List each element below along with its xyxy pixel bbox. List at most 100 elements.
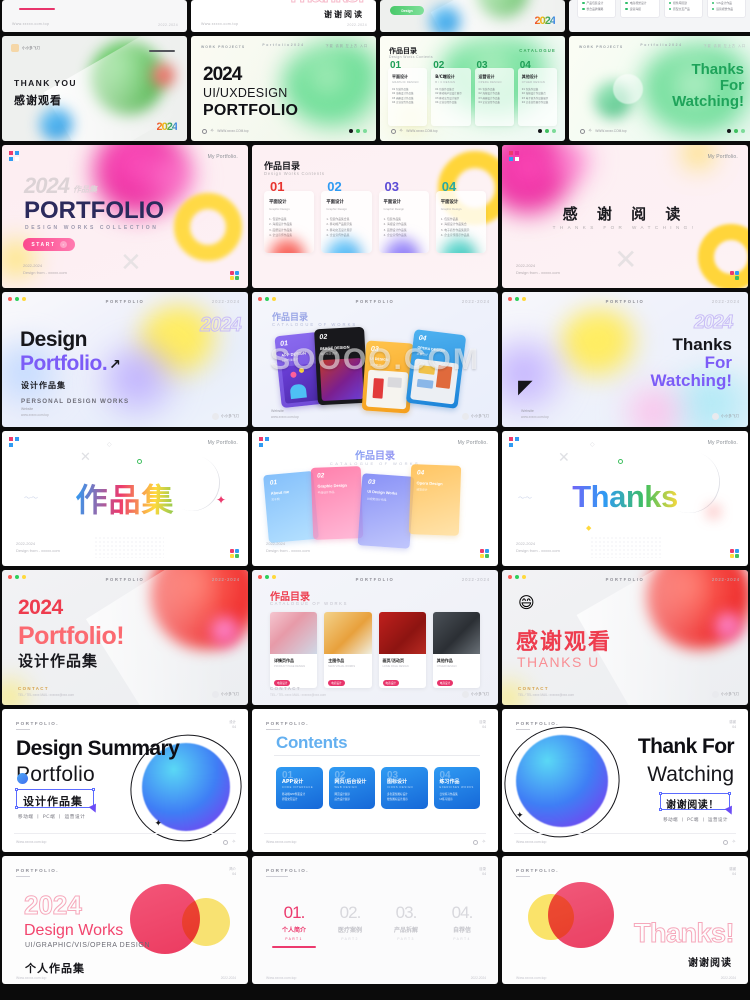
card-body: 平面设计 Graphic Design 1. 包装作品集合集 2. 移动端产品展…: [321, 191, 372, 253]
card-title-en: UI Design Works: [367, 489, 398, 496]
slide-thumb-r4c3[interactable]: PORTFOLIO 2022-2024 2024 Thanks For Watc…: [502, 292, 748, 427]
slide-thumb-r1c3[interactable]: Design 2024: [380, 0, 565, 32]
line2: For: [719, 77, 744, 95]
top-right-label: 2022-2024: [711, 299, 740, 304]
feature-card[interactable]: 其他设计 UI作品 VIS设计作品 运营视觉作品: [706, 0, 746, 18]
slide-thumb-r6c2[interactable]: PORTFOLIO 2022-2024 作品目录 CATALOGUE OF WO…: [252, 570, 498, 705]
slide-thumb-r8c1[interactable]: PORTFOLIO. 简介 04 2024 Design Works UI/GR…: [2, 856, 248, 984]
slide-thumb-r7c1[interactable]: PORTFOLIO. 设计 04 ✦ Design Summary Portfo…: [2, 709, 248, 852]
selection-box[interactable]: 谢谢阅读！: [659, 792, 731, 811]
card-items: 日常练习作品集 UI练习展示: [440, 793, 458, 803]
card-body: 平面设计 Graphic Design 1. 包装作品集 2. 海报设计作品集合…: [435, 191, 486, 253]
my-portfolio-label: My Portfolio.: [707, 154, 738, 160]
content-card[interactable]: 03 图标设计 ICONS DESIGN 多色面性图标设计 线性图标设计展示: [381, 767, 428, 809]
feature-card[interactable]: 交互设计 Banner设计中台 组件库搭建 原型交互产品: [663, 0, 703, 18]
slide-thumb-r6c3[interactable]: PORTFOLIO 2022-2024 😄 感谢观看 THANKS U CONT…: [502, 570, 748, 705]
content-card[interactable]: 04 练习作品 EXERCISES WORKS 日常练习作品集 UI练习展示: [433, 767, 480, 809]
slide-thumb-r8c3[interactable]: PORTFOLIO. 感谢 04 Thanks! 谢谢阅读 Www.xxxxx.…: [502, 856, 748, 984]
catalogue-card-2[interactable]: 02 Graphic Design 平面设计作品: [310, 466, 364, 540]
tab-part3[interactable]: PART3: [109, 0, 127, 1]
globe-icon: [722, 839, 728, 845]
slide-thumb-r2c3[interactable]: 作品目录 Design Works Contents CATALOGUE 01 …: [380, 36, 565, 141]
website-label: Website: [21, 407, 34, 411]
work-card-2[interactable]: 02 IMAGE DESIGN 网页视觉设计: [314, 326, 368, 406]
slide-thumb-r5c1[interactable]: My Portfolio. ✕ ◇ 〜〜 ✦ 作品集 2022-2024 Des…: [2, 431, 248, 566]
slide-thumb-r3c2[interactable]: 作品目录 Design Works Contents 01 平面设计 Graph…: [252, 145, 498, 288]
dot-active: [538, 129, 542, 133]
title-en: THANKS FOR WATCHING!: [552, 225, 698, 230]
card-title-cn: APP设计: [282, 779, 304, 785]
card-title-cn: 平面设计: [326, 200, 344, 205]
content-card[interactable]: 01 APP设计 CODE INTERFACE 移动端APP界面设计 界面交互设…: [276, 767, 323, 809]
toc-item-3[interactable]: 03. 产品拆解 PART3: [378, 904, 434, 941]
slide-thumb-r1c4[interactable]: 品牌设计 视觉形象设计 产品包装设计 整合品牌策略 界面设计 移动端UI 电商视…: [569, 0, 750, 32]
my-portfolio-label: My Portfolio.: [207, 154, 238, 160]
work-card[interactable]: 主图作品 MAIN VISUAL WORKS 电商设计 视觉设计: [324, 612, 372, 688]
slide-thumb-r2c2[interactable]: WORK PROJECTS Portfolio2024 下载 请到 左上方 入口…: [191, 36, 376, 141]
selection-box[interactable]: 设计作品集: [15, 788, 95, 809]
tab-part4[interactable]: PART4: [154, 0, 172, 1]
tag: 电商设计: [436, 680, 454, 686]
slide-thumb-r1c2[interactable]: Thanks! 谢谢阅读 Www.xxxxx.com.top 2022-2024: [191, 0, 376, 32]
slide-thumb-r6c1[interactable]: PORTFOLIO 2022-2024 2024 Portfolio! 设计作品…: [2, 570, 248, 705]
slide-thumb-r4c2[interactable]: PORTFOLIO 2022-2024 作品目录 CATALOGUE OF WO…: [252, 292, 498, 427]
page-dots[interactable]: [349, 129, 367, 133]
card-thumbnail: [270, 612, 318, 654]
catalogue-card[interactable]: 02 平面设计 Graphic Design 1. 包装作品集合集 2. 移动端…: [321, 179, 372, 263]
avatar: [212, 413, 220, 420]
dot-active: [349, 129, 353, 133]
ghost-year: 2024: [198, 314, 243, 337]
green-pill-button[interactable]: Design: [390, 6, 424, 15]
content-card[interactable]: 02 网页/后台设计 WEB DESIGN 网页设计展示 后台设计展示: [328, 767, 375, 809]
cursor-icon: [724, 805, 736, 817]
slide-thumb-r4c1[interactable]: PORTFOLIO 2022-2024 2024 Design Portfoli…: [2, 292, 248, 427]
subtitle-line: UI/UXDESIGN: [203, 86, 288, 100]
slide-thumb-r1c1[interactable]: PART1 PART2 PART3 PART4 Www.xxxxx.com.to…: [2, 0, 187, 32]
toc-item-4[interactable]: 04. 自荐信 PART4: [434, 904, 490, 941]
slide-thumb-r2c1[interactable]: 小小多飞刀 THANK YOU 感谢观看 2024: [2, 36, 187, 141]
toc-item-1[interactable]: 01. 个人简介 PART1: [266, 904, 322, 948]
catalogue-card[interactable]: 01 平面设计 Graphic Design 1. 包装作品集 2. 海报设计作…: [264, 179, 315, 263]
work-card[interactable]: 详情页作品 PRODUCT PAGE DESIGN 电商设计 视觉设计: [270, 612, 318, 688]
tab-part1[interactable]: PART1: [17, 0, 35, 1]
card-title-en: HOME PAGE DESIGN: [382, 665, 409, 668]
card-title-en: WEB DESIGN: [334, 786, 358, 789]
slide-thumb-r7c2[interactable]: PORTFOLIO. 目录 04 Contents 01 APP设计 CODE …: [252, 709, 498, 852]
dot-grid: [94, 536, 164, 558]
dot: [552, 129, 556, 133]
divider: [264, 833, 486, 834]
slide-thumb-r3c3[interactable]: ✕ My Portfolio. 感 谢 阅 读 THANKS FOR WATCH…: [502, 145, 748, 288]
card-item: 4. 企业宣传作品集: [326, 232, 350, 237]
slide-thumb-r5c2[interactable]: My Portfolio. 作品目录 CATALOGUE OF WORKS 01…: [252, 431, 498, 566]
start-button[interactable]: START ›: [23, 238, 75, 251]
title-en: THANK YOU: [14, 78, 77, 88]
catalogue-card[interactable]: 04 平面设计 Graphic Design 1. 包装作品集 2. 海报设计作…: [435, 179, 486, 263]
tab-part2[interactable]: PART2: [63, 0, 81, 1]
slide-thumb-r2c4[interactable]: WORK PROJECTS Portfolio2024 下载 请到 左上方 入口…: [569, 36, 750, 141]
feature-card[interactable]: 界面设计 移动端UI 电商视觉设计 运营海报: [620, 0, 660, 18]
work-card-4[interactable]: 04 OPERA DESIGN 运营设计: [405, 329, 467, 409]
top-right-label: 设计 04: [229, 720, 236, 730]
catalogue-card-4[interactable]: 04 Opera Design 运营设计: [408, 464, 462, 536]
catalogue-cards: 01 平面设计 Graphic Design 1. 包装作品集 2. 海报设计作…: [264, 179, 486, 263]
contact-info: TEL / TEL:xxxx MAIL: xxxxxx@xxx.com: [270, 693, 327, 697]
work-card[interactable]: 其他作品 OTHER DESIGN 电商设计 视觉设计: [432, 612, 480, 688]
work-card-3[interactable]: 03 UI DESIGN UI视觉设计: [361, 340, 415, 414]
brand-badge: 小小多飞刀: [212, 691, 239, 698]
catalogue-card[interactable]: 03 平面设计 Graphic Design 1. 包装作品集 2. 海报设计作…: [378, 179, 429, 263]
thanks-subtitle-cn: 谢谢阅读: [324, 10, 364, 19]
page-dots[interactable]: [727, 129, 745, 133]
work-card[interactable]: 画页/活动页 HOME PAGE DESIGN 电商设计 视觉设计: [378, 612, 426, 688]
top-right-label: 下载 请到 左上方 入口: [703, 44, 746, 48]
slide-thumb-r7c3[interactable]: PORTFOLIO. 感谢 04 ✦ Thank For Watching 谢谢…: [502, 709, 748, 852]
x-mark-icon: ✕: [80, 449, 91, 464]
page-dots[interactable]: [538, 129, 556, 133]
feature-card[interactable]: 品牌设计 视觉形象设计 产品包装设计 整合品牌策略: [577, 0, 617, 18]
slide-thumb-r8c2[interactable]: PORTFOLIO. 目录 04 01. 个人简介 PART1 02. 医疗案例…: [252, 856, 498, 984]
slide-thumb-r3c1[interactable]: ✕ My Portfolio. 2024 作品集 PORTFOLIO DESIG…: [2, 145, 248, 288]
slide-thumb-r5c3[interactable]: My Portfolio. ✕ ◇ 〜〜 ◆ Thanks 2022-2024 …: [502, 431, 748, 566]
footer-row: ✧ WWW.xxxxx.COM.top: [580, 128, 627, 134]
toc-item-2[interactable]: 02. 医疗案例 PART2: [322, 904, 378, 941]
catalogue-card-3[interactable]: 03 UI Design Works UI视觉设计作品: [357, 473, 415, 549]
contact-label: CONTACT: [518, 686, 549, 691]
